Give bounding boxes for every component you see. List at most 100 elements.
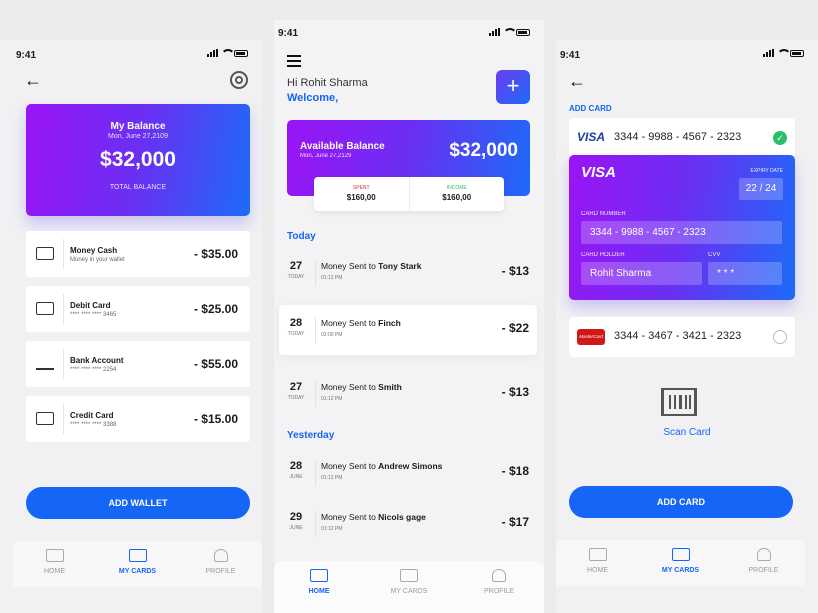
wallet-item[interactable]: Debit Card **** **** **** 3465 - $25.00 <box>26 286 250 332</box>
wallet-icon <box>45 549 64 562</box>
add-card-screen: 9:41 ← ADD CARD VISA 3344 - 9988 - 4567 … <box>556 40 818 613</box>
radio-button[interactable] <box>773 330 787 344</box>
tab-profile[interactable]: PROFILE <box>454 561 544 613</box>
barcode-scan-icon[interactable] <box>661 388 697 416</box>
cvv-field[interactable]: * * * <box>708 262 782 285</box>
greeting: Hi Rohit Sharma <box>287 77 368 89</box>
add-button[interactable]: + <box>496 70 530 104</box>
transaction-row[interactable]: 28 TODAY Money Sent to Finch 02:00 PM - … <box>279 305 537 355</box>
card-form: VISA EXPIRY DATE 22 / 24 CARD NUMBER 334… <box>569 155 795 300</box>
credit-card-icon <box>128 549 147 562</box>
signal-icon <box>207 49 218 57</box>
balance-amount: $32,000 <box>449 140 518 161</box>
wallet-sub: Money in your wallet <box>70 257 125 263</box>
status-time: 9:41 <box>16 50 37 61</box>
balance-date: Mon, June 27,2109 <box>108 133 168 140</box>
add-wallet-button[interactable]: ADD WALLET <box>26 487 250 519</box>
wallet-item[interactable]: Bank Account **** **** **** 2254 - $55.0… <box>26 341 250 387</box>
wallet-sub: **** **** **** 3388 <box>70 422 117 428</box>
card-number-field[interactable]: 3344 - 9988 - 4567 - 2323 <box>581 221 782 244</box>
status-time: 9:41 <box>278 28 299 39</box>
income-stat: INCOME $160,00 <box>442 185 472 202</box>
wallet-amount: - $55.00 <box>193 357 238 371</box>
wallet-icon <box>36 247 54 260</box>
card-number: 3344 - 9988 - 4567 - 2323 <box>614 131 742 143</box>
wallet-icon <box>310 569 328 582</box>
tab-profile[interactable]: PROFILE <box>179 541 262 587</box>
wallet-icon <box>588 548 607 561</box>
tab-profile[interactable]: PROFILE <box>722 540 805 586</box>
card-number-label: CARD NUMBER <box>581 211 626 217</box>
section-yesterday: Yesterday <box>287 430 335 441</box>
transaction-row[interactable]: 27 TODAY Money Sent to Smith 01:12 PM - … <box>279 369 537 419</box>
wifi-icon <box>221 49 235 57</box>
scan-card-link[interactable]: Scan Card <box>556 427 818 438</box>
expiry-field[interactable]: 22 / 24 <box>739 178 783 200</box>
home-screen: 9:41 Hi Rohit Sharma Welcome, + Availabl… <box>274 20 544 613</box>
card-holder-field[interactable]: Rohit Sharma <box>581 262 702 285</box>
wifi-icon <box>777 49 791 57</box>
card-holder-label: CARD HOLDER <box>581 252 625 258</box>
expiry-label: EXPIRY DATE <box>750 168 783 174</box>
saved-card-visa[interactable]: VISA 3344 - 9988 - 4567 - 2323 ✓ <box>569 118 795 158</box>
signal-icon <box>489 28 500 36</box>
menu-icon[interactable] <box>287 55 301 70</box>
tab-home[interactable]: HOME <box>556 540 639 586</box>
status-bar: 9:41 <box>0 40 262 61</box>
wallet-name: Money Cash <box>70 246 118 255</box>
cvv-label: CVV <box>708 252 721 258</box>
spent-stat: SPENT $160,00 <box>314 177 410 211</box>
wallet-item[interactable]: Money Cash Money in your wallet - $35.00 <box>26 231 250 277</box>
wifi-icon <box>503 28 517 36</box>
tab-my-cards[interactable]: MY CARDS <box>639 540 722 586</box>
transaction-row[interactable]: 29 JUNE Money Sent to Nicols gage 01:12 … <box>279 499 537 549</box>
back-arrow-icon[interactable]: ← <box>24 70 42 91</box>
section-today: Today <box>287 231 316 242</box>
tab-my-cards[interactable]: MY CARDS <box>364 561 454 613</box>
add-card-button[interactable]: ADD CARD <box>569 486 793 518</box>
mastercard-logo: MasterCard <box>577 329 605 345</box>
transaction-row[interactable]: 28 JUNE Money Sent to Andrew Simons 01:1… <box>279 448 537 498</box>
balance-title: My Balance <box>110 121 166 132</box>
balance-caption: TOTAL BALANCE <box>109 184 167 191</box>
wallet-amount: - $15.00 <box>193 412 238 426</box>
battery-icon <box>790 50 804 57</box>
tab-bar: HOME MY CARDS PROFILE <box>274 561 544 613</box>
gear-icon[interactable] <box>230 71 248 89</box>
tab-bar: HOME MY CARDS PROFILE <box>556 540 805 586</box>
wallet-sub: **** **** **** 2254 <box>70 367 117 373</box>
balance-card: My Balance Mon, June 27,2109 $32,000 TOT… <box>26 104 250 216</box>
transaction-row[interactable]: 27 TODAY Money Sent to Tony Stark 01:12 … <box>279 248 537 298</box>
bank-icon <box>36 357 54 370</box>
credit-card-icon <box>671 548 690 561</box>
user-icon <box>756 548 771 561</box>
status-bar: 9:41 <box>274 20 544 40</box>
credit-card-icon <box>400 569 418 582</box>
wallet-name: Debit Card <box>70 301 111 310</box>
wallet-sub: **** **** **** 3465 <box>70 312 117 318</box>
tab-bar: HOME MY CARDS PROFILE <box>13 541 262 587</box>
my-balance-screen: 9:41 ← My Balance Mon, June 27,2109 $32,… <box>0 40 262 613</box>
wallet-amount: - $25.00 <box>193 302 238 316</box>
balance-date: Mon, June 27,2129 <box>300 153 352 159</box>
tab-home[interactable]: HOME <box>13 541 96 587</box>
back-arrow-icon[interactable]: ← <box>568 71 586 92</box>
balance-title: Available Balance <box>300 141 385 152</box>
tab-my-cards[interactable]: MY CARDS <box>96 541 179 587</box>
battery-icon <box>516 29 530 36</box>
check-icon: ✓ <box>773 131 787 145</box>
tab-home[interactable]: HOME <box>274 561 364 613</box>
user-icon <box>213 549 228 562</box>
wallet-item[interactable]: Credit Card **** **** **** 3388 - $15.00 <box>26 396 250 442</box>
status-time: 9:41 <box>560 50 581 61</box>
balance-amount: $32,000 <box>100 148 176 171</box>
welcome-text: Welcome, <box>287 92 339 104</box>
signal-icon <box>763 49 774 57</box>
battery-icon <box>234 50 248 57</box>
saved-card-mastercard[interactable]: MasterCard 3344 - 3467 - 3421 - 2323 <box>569 317 795 357</box>
card-number: 3344 - 3467 - 3421 - 2323 <box>614 330 742 342</box>
status-bar: 9:41 <box>556 40 818 61</box>
wallet-name: Credit Card <box>70 411 114 420</box>
page-title: ADD CARD <box>569 104 612 113</box>
credit-card-icon <box>36 302 54 315</box>
